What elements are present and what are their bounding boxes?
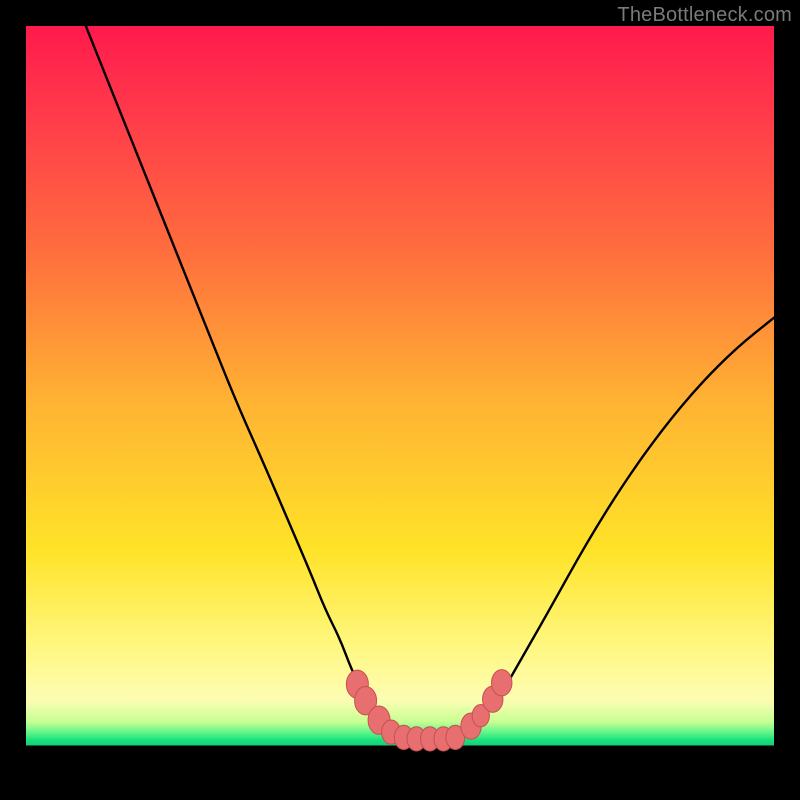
chart-svg [26, 26, 774, 774]
outer-frame: TheBottleneck.com [0, 0, 800, 800]
curve-left [86, 26, 400, 738]
marker-group [346, 670, 512, 751]
watermark-text: TheBottleneck.com [617, 4, 792, 27]
data-marker [492, 670, 512, 696]
